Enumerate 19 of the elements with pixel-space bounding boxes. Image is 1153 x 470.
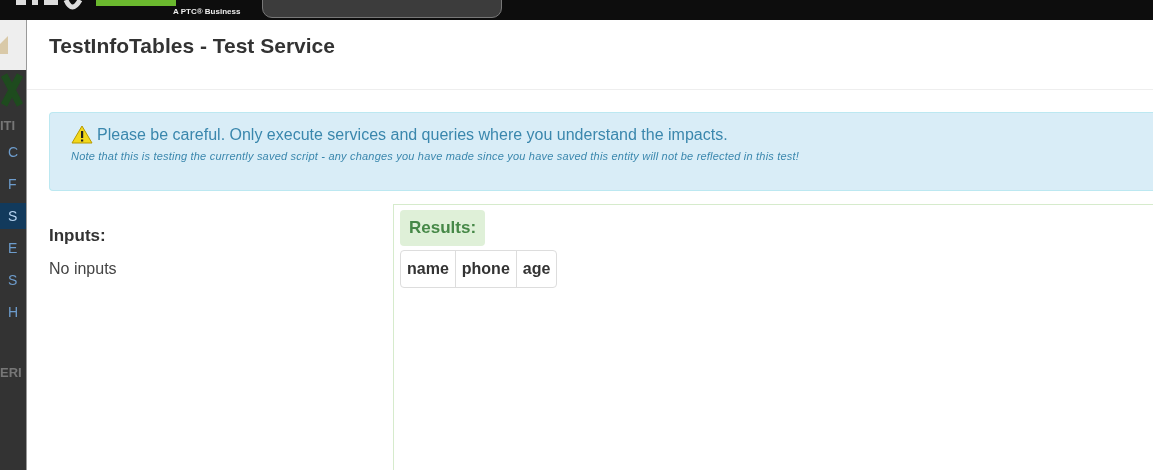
column-header: age	[515, 251, 557, 287]
sidebar-heading: ITI	[0, 118, 17, 133]
column-header: phone	[454, 251, 516, 287]
results-heading: Results:	[400, 210, 486, 246]
sidebar-item[interactable]: S	[0, 203, 26, 229]
column-header: name	[406, 259, 450, 279]
warning-icon	[71, 125, 93, 144]
sidebar-heading: ERI	[0, 365, 23, 380]
sidebar-item[interactable]: F	[0, 171, 26, 197]
inputs-heading: Inputs:	[49, 226, 107, 246]
sidebar-item[interactable]: H	[0, 299, 26, 325]
alert-message: Please be careful. Only execute services and queries where you understand the impacts.	[97, 125, 728, 144]
tagline: A PTC® Business	[173, 7, 241, 17]
dialog-title: TestInfoTables - Test Service	[27, 20, 1153, 90]
sidebar-item[interactable]: C	[0, 139, 26, 165]
sidebar-item[interactable]: S	[0, 267, 26, 293]
alert-note: Note that this is testing the currently saved script - any changes you have made since you have saved this entity will not be reflected in this test!	[71, 150, 801, 162]
sidebar-item[interactable]: E	[0, 235, 26, 261]
empty-text: No inputs	[49, 260, 118, 278]
